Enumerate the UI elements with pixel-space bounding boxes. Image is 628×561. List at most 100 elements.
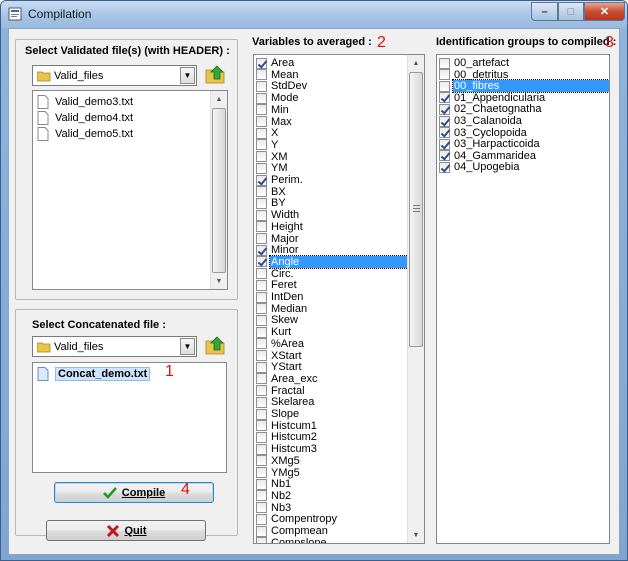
checklist-item[interactable]: 01_Appendicularia bbox=[439, 92, 609, 104]
checkbox[interactable] bbox=[256, 431, 267, 443]
checkbox[interactable] bbox=[439, 150, 450, 162]
checkbox[interactable] bbox=[439, 57, 450, 69]
list-item[interactable]: Valid_demo4.txt bbox=[37, 110, 133, 126]
checklist-item[interactable]: Major bbox=[256, 233, 408, 245]
checkbox[interactable] bbox=[439, 92, 450, 104]
list-item[interactable]: Concat_demo.txt bbox=[37, 366, 151, 382]
checkbox[interactable] bbox=[256, 478, 267, 490]
checklist-item[interactable]: Height bbox=[256, 221, 408, 233]
checkbox[interactable] bbox=[256, 502, 267, 514]
checklist-item[interactable]: Kurt bbox=[256, 326, 408, 338]
checklist-item[interactable]: 04_Upogebia bbox=[439, 161, 609, 173]
checklist-item[interactable]: BY bbox=[256, 197, 408, 209]
checkbox[interactable] bbox=[256, 361, 267, 373]
checklist-item[interactable]: Nb3 bbox=[256, 502, 408, 514]
chevron-down-icon[interactable]: ▼ bbox=[180, 338, 195, 355]
checkbox[interactable] bbox=[256, 186, 267, 198]
scroll-up-arrow-icon[interactable]: ▲ bbox=[211, 91, 227, 107]
checklist-item[interactable]: Min bbox=[256, 104, 408, 116]
checklist-item[interactable]: 00_fibres bbox=[439, 79, 609, 94]
checkbox[interactable] bbox=[256, 385, 267, 397]
minimize-button[interactable]: – bbox=[531, 2, 558, 21]
checkbox[interactable] bbox=[256, 197, 267, 209]
checklist-item[interactable]: XMg5 bbox=[256, 455, 408, 467]
checkbox[interactable] bbox=[256, 279, 267, 291]
checklist-item[interactable]: YM bbox=[256, 162, 408, 174]
checklist-item[interactable]: Max bbox=[256, 116, 408, 128]
checklist-item[interactable]: Histcum3 bbox=[256, 443, 408, 455]
checklist-item[interactable]: YStart bbox=[256, 361, 408, 373]
checkbox[interactable] bbox=[256, 373, 267, 385]
checkbox[interactable] bbox=[439, 115, 450, 127]
checkbox[interactable] bbox=[256, 303, 267, 315]
checkbox[interactable] bbox=[256, 455, 267, 467]
checklist-item[interactable]: 03_Harpacticoida bbox=[439, 138, 609, 150]
checklist-item[interactable]: Histcum1 bbox=[256, 420, 408, 432]
checkbox[interactable] bbox=[256, 57, 267, 69]
checklist-item[interactable]: Area_exc bbox=[256, 373, 408, 385]
checkbox[interactable] bbox=[256, 116, 267, 127]
up-folder-icon[interactable] bbox=[204, 62, 228, 86]
checklist-item[interactable]: Area bbox=[256, 57, 408, 69]
checklist-item[interactable]: 03_Calanoida bbox=[439, 115, 609, 127]
checkbox[interactable] bbox=[256, 268, 267, 280]
checkbox[interactable] bbox=[256, 350, 267, 361]
checklist-item[interactable]: 04_Gammaridea bbox=[439, 150, 609, 162]
checkbox[interactable] bbox=[256, 174, 267, 186]
checkbox[interactable] bbox=[256, 104, 267, 116]
checklist-item[interactable]: Nb2 bbox=[256, 490, 408, 502]
checkbox[interactable] bbox=[256, 69, 267, 81]
checkbox[interactable] bbox=[256, 80, 267, 92]
checklist-item[interactable]: Angle bbox=[256, 254, 409, 269]
checkbox[interactable] bbox=[256, 537, 267, 543]
checklist-item[interactable]: Perim. bbox=[256, 174, 408, 186]
scroll-thumb[interactable] bbox=[212, 108, 226, 273]
checkbox[interactable] bbox=[256, 162, 267, 174]
checkbox[interactable] bbox=[256, 525, 267, 537]
quit-button[interactable]: Quit bbox=[46, 520, 206, 541]
checkbox[interactable] bbox=[256, 396, 267, 408]
checklist-item[interactable]: Nb1 bbox=[256, 478, 408, 490]
validated-folder-combo[interactable]: Valid_files ▼ bbox=[32, 65, 197, 86]
concatenated-files-list[interactable]: Concat_demo.txt bbox=[32, 362, 227, 473]
checklist-item[interactable]: Minor bbox=[256, 244, 408, 256]
scroll-up-arrow-icon[interactable]: ▲ bbox=[408, 55, 424, 71]
checklist-item[interactable]: Compslope bbox=[256, 537, 408, 543]
checkbox[interactable] bbox=[256, 326, 267, 338]
up-folder-icon[interactable] bbox=[204, 333, 228, 357]
checklist-item[interactable]: XStart bbox=[256, 350, 408, 362]
checkbox[interactable] bbox=[439, 69, 450, 81]
checkbox[interactable] bbox=[256, 420, 267, 432]
groups-list[interactable]: 00_artefact 00_detritus 00_fibres 01_Append… bbox=[436, 54, 610, 544]
checkbox[interactable] bbox=[256, 209, 267, 221]
variables-list[interactable]: Area Mean StdDev Mode Min Max X Y XM YM Perim. BX BY… bbox=[253, 54, 425, 544]
checkbox[interactable] bbox=[256, 408, 267, 420]
checkbox[interactable] bbox=[256, 127, 267, 139]
checkbox[interactable] bbox=[256, 92, 267, 104]
checklist-item[interactable]: 03_Cyclopoida bbox=[439, 127, 609, 139]
checklist-item[interactable]: X bbox=[256, 127, 408, 139]
checkbox[interactable] bbox=[439, 161, 450, 173]
checkbox[interactable] bbox=[256, 221, 267, 233]
checkbox[interactable] bbox=[256, 490, 267, 502]
checklist-item[interactable]: %Area bbox=[256, 338, 408, 350]
checkbox[interactable] bbox=[256, 467, 267, 478]
checkbox[interactable] bbox=[439, 103, 450, 115]
scroll-down-arrow-icon[interactable]: ▼ bbox=[211, 273, 227, 289]
checklist-item[interactable]: BX bbox=[256, 186, 408, 198]
checklist-item[interactable]: 00_detritus bbox=[439, 69, 609, 81]
checklist-item[interactable]: Fractal bbox=[256, 385, 408, 397]
checklist-item[interactable]: Y bbox=[256, 139, 408, 151]
checkbox[interactable] bbox=[439, 127, 450, 139]
checklist-item[interactable]: 02_Chaetognatha bbox=[439, 103, 609, 115]
list-item[interactable]: Valid_demo3.txt bbox=[37, 94, 133, 110]
checklist-item[interactable]: Skelarea bbox=[256, 396, 408, 408]
checklist-item[interactable]: Mode bbox=[256, 92, 408, 104]
variables-scrollbar[interactable]: ▲ ▼ bbox=[407, 55, 424, 543]
checkbox[interactable] bbox=[439, 138, 450, 150]
checkbox[interactable] bbox=[256, 233, 267, 244]
checklist-item[interactable]: Median bbox=[256, 303, 408, 315]
checkbox[interactable] bbox=[256, 256, 267, 268]
title-bar[interactable]: Compilation – □ ✕ bbox=[1, 1, 627, 28]
chevron-down-icon[interactable]: ▼ bbox=[180, 67, 195, 84]
